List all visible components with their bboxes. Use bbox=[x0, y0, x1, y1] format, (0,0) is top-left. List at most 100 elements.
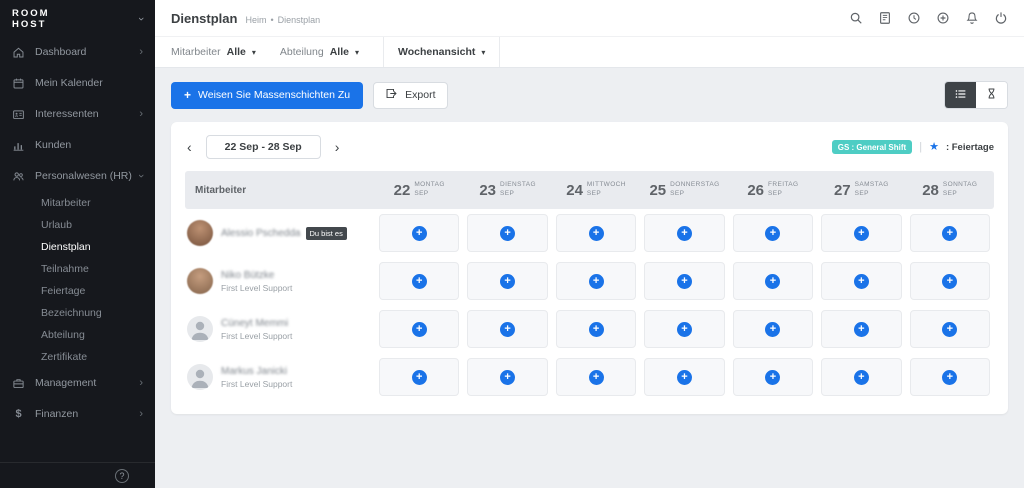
day-header: 23DIENSTAGSEP bbox=[463, 181, 551, 199]
calendar-icon bbox=[12, 77, 25, 90]
shift-cell bbox=[644, 310, 724, 348]
add-shift-button[interactable] bbox=[589, 226, 604, 241]
employee-row: Niko Bützke First Level Support bbox=[185, 257, 994, 305]
view-mode-selector[interactable]: Wochenansicht bbox=[383, 37, 500, 67]
day-header: 24MITTWOCHSEP bbox=[552, 181, 640, 199]
add-shift-button[interactable] bbox=[589, 322, 604, 337]
shift-cell bbox=[644, 358, 724, 396]
clock-icon[interactable] bbox=[907, 11, 921, 25]
add-shift-button[interactable] bbox=[412, 322, 427, 337]
shift-cell bbox=[910, 310, 990, 348]
sidebar-subitem-abteilung[interactable]: Abteilung bbox=[0, 324, 155, 346]
schedule-card: 22 Sep - 28 Sep GS : General Shift | ★ :… bbox=[171, 122, 1008, 414]
date-range[interactable]: 22 Sep - 28 Sep bbox=[206, 135, 321, 159]
help-icon[interactable] bbox=[115, 469, 129, 483]
shift-cell bbox=[644, 214, 724, 252]
employee-row: Cüneyt Memmi First Level Support bbox=[185, 305, 994, 353]
sidebar-item-management[interactable]: Management › bbox=[0, 368, 155, 399]
logo-line-1: ROOM bbox=[12, 8, 50, 19]
add-shift-button[interactable] bbox=[677, 322, 692, 337]
sidebar-subitem-feiertage[interactable]: Feiertage bbox=[0, 280, 155, 302]
sidebar-subitem-zertifikate[interactable]: Zertifikate bbox=[0, 346, 155, 368]
day-header: 27SAMSTAGSEP bbox=[817, 181, 905, 199]
department-filter[interactable]: Abteilung Alle bbox=[280, 37, 359, 67]
sidebar-subitem-bezeichnung[interactable]: Bezeichnung bbox=[0, 302, 155, 324]
sidebar-item-dashboard[interactable]: Dashboard › bbox=[0, 37, 155, 68]
add-shift-button[interactable] bbox=[412, 226, 427, 241]
sidebar-item-kunden[interactable]: Kunden bbox=[0, 130, 155, 161]
shift-cell bbox=[821, 358, 901, 396]
add-shift-button[interactable] bbox=[942, 226, 957, 241]
sidebar-subitem-teilnahme[interactable]: Teilnahme bbox=[0, 258, 155, 280]
add-icon[interactable] bbox=[936, 11, 950, 25]
id-card-icon bbox=[12, 108, 25, 121]
avatar bbox=[187, 268, 213, 294]
add-shift-button[interactable] bbox=[677, 226, 692, 241]
add-shift-button[interactable] bbox=[765, 370, 780, 385]
add-shift-button[interactable] bbox=[500, 226, 515, 241]
chevron-right-icon: › bbox=[139, 108, 143, 120]
employee-role: First Level Support bbox=[221, 283, 292, 293]
sidebar-subitem-mitarbeiter[interactable]: Mitarbeiter bbox=[0, 192, 155, 214]
add-shift-button[interactable] bbox=[765, 322, 780, 337]
add-shift-button[interactable] bbox=[942, 274, 957, 289]
add-shift-button[interactable] bbox=[854, 226, 869, 241]
add-shift-button[interactable] bbox=[677, 370, 692, 385]
add-shift-button[interactable] bbox=[412, 370, 427, 385]
shift-cell bbox=[821, 214, 901, 252]
add-shift-button[interactable] bbox=[589, 370, 604, 385]
day-header: 26FREITAGSEP bbox=[729, 181, 817, 199]
toolbar: Weisen Sie Massenschichten Zu Export bbox=[171, 81, 1008, 109]
sidebar-item-label: Personalwesen (HR) bbox=[35, 170, 132, 182]
search-icon[interactable] bbox=[849, 11, 863, 25]
power-icon[interactable] bbox=[994, 11, 1008, 25]
shift-cell bbox=[379, 214, 459, 252]
breadcrumb-home[interactable]: Heim bbox=[245, 15, 266, 25]
sidebar-item-personalwesen-hr[interactable]: Personalwesen (HR) › bbox=[0, 161, 155, 192]
prev-week-button[interactable] bbox=[185, 140, 194, 154]
add-shift-button[interactable] bbox=[589, 274, 604, 289]
next-week-button[interactable] bbox=[333, 140, 342, 154]
notes-icon[interactable] bbox=[878, 11, 892, 25]
sidebar-footer bbox=[0, 462, 155, 488]
shift-cell bbox=[556, 358, 636, 396]
sidebar-item-label: Kunden bbox=[35, 139, 71, 151]
add-shift-button[interactable] bbox=[765, 274, 780, 289]
logo[interactable]: ROOM HOST › bbox=[0, 0, 155, 37]
sidebar-subitem-dienstplan[interactable]: Dienstplan bbox=[0, 236, 155, 258]
add-shift-button[interactable] bbox=[854, 370, 869, 385]
add-shift-button[interactable] bbox=[500, 370, 515, 385]
employee-filter[interactable]: Mitarbeiter Alle bbox=[171, 37, 256, 67]
sidebar-item-interessenten[interactable]: Interessenten › bbox=[0, 99, 155, 130]
sidebar-item-finanzen[interactable]: Finanzen › bbox=[0, 399, 155, 430]
list-view-button[interactable] bbox=[945, 82, 976, 108]
shift-cell bbox=[556, 214, 636, 252]
employee-row: Alessio PscheddaDu bist es bbox=[185, 209, 994, 257]
shift-cell bbox=[467, 214, 547, 252]
day-header: 22MONTAGSEP bbox=[375, 181, 463, 199]
sidebar-collapse-icon[interactable]: › bbox=[135, 18, 147, 22]
add-shift-button[interactable] bbox=[677, 274, 692, 289]
employee-role: First Level Support bbox=[221, 379, 292, 389]
dollar-icon bbox=[12, 408, 25, 421]
add-shift-button[interactable] bbox=[854, 322, 869, 337]
add-shift-button[interactable] bbox=[500, 322, 515, 337]
sidebar: ROOM HOST › Dashboard › Mein Kalender In… bbox=[0, 0, 155, 488]
add-shift-button[interactable] bbox=[412, 274, 427, 289]
you-badge: Du bist es bbox=[306, 227, 347, 240]
sidebar-item-label: Interessenten bbox=[35, 108, 99, 120]
bell-icon[interactable] bbox=[965, 11, 979, 25]
sidebar-item-mein-kalender[interactable]: Mein Kalender bbox=[0, 68, 155, 99]
add-shift-button[interactable] bbox=[500, 274, 515, 289]
shift-cell bbox=[644, 262, 724, 300]
timeline-view-button[interactable] bbox=[976, 82, 1007, 108]
add-shift-button[interactable] bbox=[942, 322, 957, 337]
add-shift-button[interactable] bbox=[854, 274, 869, 289]
add-shift-button[interactable] bbox=[765, 226, 780, 241]
add-shift-button[interactable] bbox=[942, 370, 957, 385]
sidebar-subitem-urlaub[interactable]: Urlaub bbox=[0, 214, 155, 236]
export-button[interactable]: Export bbox=[373, 82, 447, 109]
chevron-down-icon: › bbox=[135, 174, 147, 178]
logo-text: ROOM HOST bbox=[12, 8, 50, 31]
assign-bulk-shifts-button[interactable]: Weisen Sie Massenschichten Zu bbox=[171, 82, 363, 109]
